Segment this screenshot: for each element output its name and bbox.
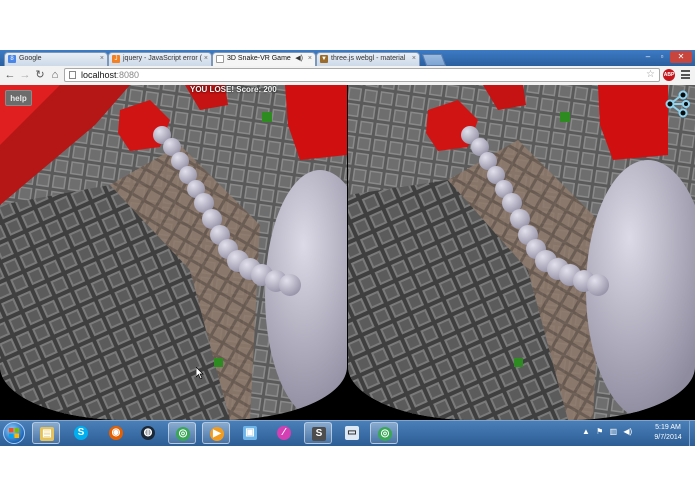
media-player-icon: ▶ [210,427,224,441]
tab-strip: 8 Google × J jquery - JavaScript error (… [0,50,695,66]
url-text[interactable]: localhost:8080 [81,69,139,81]
close-window-button[interactable]: ✕ [670,51,692,63]
skype-icon: S [74,426,88,440]
sublime-text-icon: S [312,427,326,441]
feather-icon: ⁄ [277,426,291,440]
taskbar-chrome-2[interactable]: ◎ [370,422,398,444]
taskbar-steam[interactable]: ◍ [134,422,162,444]
tab-threejs[interactable]: ▼ three.js webgl - material × [316,52,420,66]
tab-title: three.js webgl - material [331,55,406,62]
taskbar: ▤ S ◉ ◍ ◎ ▶ ▣ ⁄ S ▭ ◎ ▲ ⚑ ▥ ◀) 5:19 AM 9… [0,420,695,446]
files-icon: ▣ [243,426,257,440]
tab-jquery-error[interactable]: J jquery - JavaScript error ( × [108,52,212,66]
address-bar[interactable]: localhost:8080 ☆ [64,68,660,82]
stackoverflow-favicon-icon: J [112,55,120,63]
food-item [514,358,523,367]
show-hidden-icons-icon[interactable]: ▲ [582,427,590,436]
close-icon[interactable]: × [204,53,208,65]
taskbar-window[interactable]: ▭ [338,422,366,444]
food-item [560,112,570,122]
food-item [214,358,223,367]
chrome-icon: ◎ [378,427,392,441]
game-canvas[interactable]: help YOU LOSE! Score: 200 [0,85,695,420]
tab-snake-vr[interactable]: 3D Snake-VR Game ◀) × [212,52,316,66]
system-clock[interactable]: 5:19 AM 9/7/2014 [648,423,688,443]
minimize-button[interactable]: – [642,51,654,63]
forward-arrow-icon[interactable]: → [19,69,31,81]
tab-title: 3D Snake-VR Game [227,55,291,62]
browser-window: 8 Google × J jquery - JavaScript error (… [0,50,695,420]
adblock-icon[interactable]: ABP [663,69,675,81]
tab-title: jquery - JavaScript error ( [123,55,202,62]
page-favicon-icon [216,55,224,63]
threejs-favicon-icon: ▼ [320,55,328,63]
close-icon[interactable]: × [100,53,104,65]
taskbar-chrome[interactable]: ◎ [168,422,196,444]
taskbar-sublime[interactable]: S [304,422,332,444]
chrome-icon: ◎ [176,427,190,441]
window-icon: ▭ [345,426,359,440]
close-icon[interactable]: × [308,53,312,65]
close-icon[interactable]: × [412,53,416,65]
page-icon [69,71,76,79]
food-item [262,112,272,122]
taskbar-firefox[interactable]: ◉ [102,422,130,444]
taskbar-explorer[interactable]: ▤ [32,422,60,444]
share-icon[interactable] [664,90,690,118]
maximize-button[interactable]: ▫ [656,51,668,63]
audio-playing-icon: ◀) [295,55,303,62]
browser-toolbar: ← → ↻ ⌂ localhost:8080 ☆ ABP [0,66,695,86]
taskbar-feather[interactable]: ⁄ [270,422,298,444]
clock-date: 9/7/2014 [654,434,682,441]
start-button[interactable] [3,422,25,444]
taskbar-skype[interactable]: S [67,422,95,444]
steam-icon: ◍ [141,426,155,440]
menu-icon[interactable] [681,70,690,79]
show-desktop-button[interactable] [689,421,695,446]
windows-logo-icon [9,428,19,438]
taskbar-files[interactable]: ▣ [236,422,264,444]
google-favicon-icon: 8 [8,55,16,63]
taskbar-media-player[interactable]: ▶ [202,422,230,444]
back-arrow-icon[interactable]: ← [4,69,16,81]
action-center-flag-icon[interactable]: ⚑ [596,427,603,436]
help-button[interactable]: help [5,90,32,106]
volume-icon[interactable]: ◀) [623,427,632,436]
tab-google[interactable]: 8 Google × [4,52,108,66]
network-icon[interactable]: ▥ [610,427,618,436]
firefox-icon: ◉ [109,426,123,440]
reload-icon[interactable]: ↻ [34,69,46,81]
mouse-cursor-icon [196,367,204,379]
right-eye-view [348,85,695,420]
home-icon[interactable]: ⌂ [49,69,61,81]
new-tab-button[interactable] [421,54,447,66]
folder-icon: ▤ [40,427,54,441]
clock-time: 5:19 AM [655,424,681,431]
system-tray: ▲ ⚑ ▥ ◀) [582,427,636,439]
bookmark-star-icon[interactable]: ☆ [646,69,655,81]
tab-title: Google [19,55,42,62]
game-status-text: YOU LOSE! Score: 200 [190,85,277,94]
left-eye-view [0,85,347,420]
